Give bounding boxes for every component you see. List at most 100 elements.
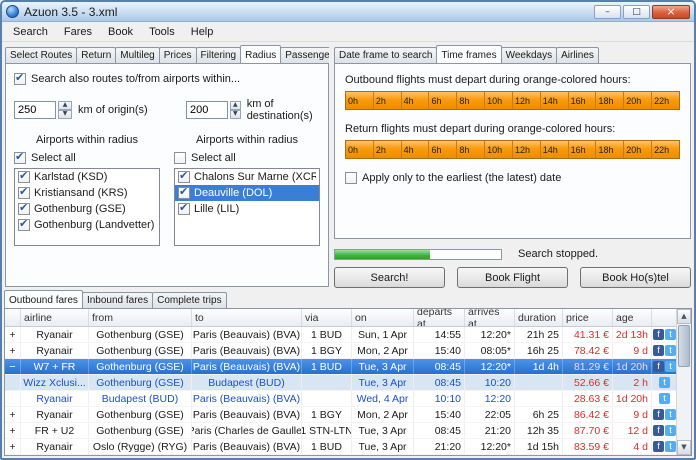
fare-row[interactable]: + FR + U2 Gothenburg (GSE) Paris (Charles d… — [5, 423, 676, 439]
outbound-hour-block-22h[interactable]: 22h — [652, 92, 679, 109]
scroll-up-icon[interactable] — [677, 309, 691, 324]
airport-checkbox[interactable] — [178, 169, 190, 183]
menu-item-search[interactable]: Search — [5, 24, 56, 40]
search-within-checkbox[interactable] — [14, 71, 26, 85]
fare-row[interactable]: + Ryanair Gothenburg (GSE) Paris (Beauvais)… — [5, 327, 676, 343]
outbound-hour-block-18h[interactable]: 18h — [596, 92, 625, 109]
outbound-hour-block-8h[interactable]: 8h — [457, 92, 486, 109]
tab-date-frame-to-search[interactable]: Date frame to search — [334, 47, 438, 63]
expand-toggle[interactable]: + — [5, 327, 21, 342]
expand-toggle[interactable]: − — [5, 359, 21, 374]
return-hour-block-18h[interactable]: 18h — [596, 141, 625, 158]
outbound-hour-block-12h[interactable]: 12h — [512, 92, 541, 109]
menu-item-help[interactable]: Help — [183, 24, 222, 40]
tab-weekdays[interactable]: Weekdays — [500, 47, 558, 63]
tab-prices[interactable]: Prices — [158, 47, 197, 63]
facebook-icon[interactable] — [653, 361, 664, 372]
return-hour-block-10h[interactable]: 10h — [485, 141, 513, 158]
column-header-blank[interactable] — [5, 309, 21, 326]
scrollbar-thumb[interactable] — [678, 325, 690, 367]
outbound-hour-block-4h[interactable]: 4h — [401, 92, 430, 109]
tab-multileg[interactable]: Multileg — [115, 47, 160, 63]
return-hour-block-20h[interactable]: 20h — [624, 141, 653, 158]
facebook-icon[interactable] — [653, 425, 664, 436]
tab-time-frames[interactable]: Time frames — [436, 45, 502, 63]
spin-down-icon[interactable] — [58, 110, 72, 119]
outbound-hour-block-14h[interactable]: 14h — [540, 92, 569, 109]
column-header-via[interactable]: via — [302, 309, 352, 326]
return-hour-block-12h[interactable]: 12h — [512, 141, 541, 158]
airport-checkbox[interactable] — [18, 169, 30, 183]
tab-filtering[interactable]: Filtering — [195, 47, 242, 63]
destination-select-all-checkbox[interactable] — [174, 152, 186, 164]
outbound-hour-block-10h[interactable]: 10h — [485, 92, 513, 109]
tab-complete-trips[interactable]: Complete trips — [152, 292, 227, 308]
twitter-icon[interactable] — [659, 377, 670, 388]
scrollbar-track[interactable] — [677, 324, 691, 440]
twitter-icon[interactable] — [665, 425, 676, 436]
twitter-icon[interactable] — [665, 361, 676, 372]
spin-up-icon[interactable] — [230, 101, 241, 110]
menu-item-fares[interactable]: Fares — [56, 24, 100, 40]
return-hour-block-6h[interactable]: 6h — [429, 141, 458, 158]
column-header-duration[interactable]: duration — [515, 309, 563, 326]
expand-toggle[interactable]: + — [5, 423, 21, 438]
airport-checkbox[interactable] — [18, 201, 30, 215]
column-header-airline[interactable]: airline — [21, 309, 89, 326]
airport-checkbox[interactable] — [18, 217, 30, 231]
return-hour-block-14h[interactable]: 14h — [540, 141, 569, 158]
airport-list-item[interactable]: Lille (LIL) — [175, 201, 319, 217]
expand-toggle[interactable]: + — [5, 439, 21, 454]
airport-list-item[interactable]: Kristiansand (KRS) — [15, 185, 159, 201]
book-hostel-button[interactable]: Book Ho(s)tel — [580, 267, 691, 288]
facebook-icon[interactable] — [653, 409, 664, 420]
book-flight-button[interactable]: Book Flight — [457, 267, 568, 288]
tab-outbound-fares[interactable]: Outbound fares — [4, 290, 83, 308]
menu-item-book[interactable]: Book — [100, 24, 141, 40]
airport-list-item[interactable]: Chalons Sur Marne (XCR) — [175, 169, 319, 185]
outbound-hour-block-2h[interactable]: 2h — [373, 92, 402, 109]
tab-select-routes[interactable]: Select Routes — [5, 47, 78, 63]
destination-km-input[interactable] — [186, 101, 228, 119]
fare-row[interactable]: + Ryanair Gothenburg (GSE) Paris (Beauvais)… — [5, 407, 676, 423]
airport-checkbox[interactable] — [178, 185, 190, 199]
column-header-age[interactable]: age — [613, 309, 652, 326]
menu-item-tools[interactable]: Tools — [141, 24, 183, 40]
facebook-icon[interactable] — [653, 441, 664, 452]
facebook-icon[interactable] — [653, 329, 664, 340]
fare-row[interactable]: − W7 + FR Gothenburg (GSE) Paris (Beauvais)… — [5, 359, 676, 375]
tab-return[interactable]: Return — [76, 47, 117, 63]
column-header-from[interactable]: from — [89, 309, 192, 326]
outbound-hour-block-6h[interactable]: 6h — [429, 92, 458, 109]
expand-toggle[interactable]: + — [5, 343, 21, 358]
airport-list-item[interactable]: Gothenburg (GSE) — [15, 201, 159, 217]
return-hour-block-16h[interactable]: 16h — [568, 141, 597, 158]
scroll-down-icon[interactable] — [677, 440, 691, 455]
spin-up-icon[interactable] — [58, 101, 72, 110]
fare-row[interactable]: Wizz Xclusi... Gothenburg (GSE) Budapest (… — [5, 375, 676, 391]
airport-list-item[interactable]: Gothenburg (Landvetter) (GO — [15, 217, 159, 233]
outbound-hour-block-0h[interactable]: 0h — [346, 92, 374, 109]
tab-inbound-fares[interactable]: Inbound fares — [81, 292, 154, 308]
title-bar[interactable]: Azuon 3.5 - 3.xml — [2, 2, 694, 22]
return-hour-block-0h[interactable]: 0h — [346, 141, 374, 158]
outbound-hour-block-16h[interactable]: 16h — [568, 92, 597, 109]
twitter-icon[interactable] — [665, 441, 676, 452]
twitter-icon[interactable] — [665, 329, 676, 340]
close-icon[interactable] — [652, 4, 690, 19]
return-hour-block-8h[interactable]: 8h — [457, 141, 486, 158]
twitter-icon[interactable] — [665, 409, 676, 420]
return-hour-block-4h[interactable]: 4h — [401, 141, 430, 158]
airport-list-item[interactable]: Karlstad (KSD) — [15, 169, 159, 185]
expand-toggle[interactable]: + — [5, 407, 21, 422]
twitter-icon[interactable] — [659, 393, 670, 404]
apply-earliest-checkbox[interactable] — [345, 172, 357, 184]
column-header-price[interactable]: price — [563, 309, 613, 326]
airport-checkbox[interactable] — [178, 201, 190, 215]
origin-km-input[interactable] — [14, 101, 56, 119]
fare-row[interactable]: + Ryanair Gothenburg (GSE) Paris (Beauvais)… — [5, 343, 676, 359]
fare-row[interactable]: + Ryanair Oslo (Rygge) (RYG) Paris (Beauvai… — [5, 439, 676, 455]
maximize-icon[interactable] — [623, 4, 650, 19]
airport-list-item[interactable]: Deauville (DOL) — [175, 185, 319, 201]
minimize-icon[interactable] — [594, 4, 621, 19]
